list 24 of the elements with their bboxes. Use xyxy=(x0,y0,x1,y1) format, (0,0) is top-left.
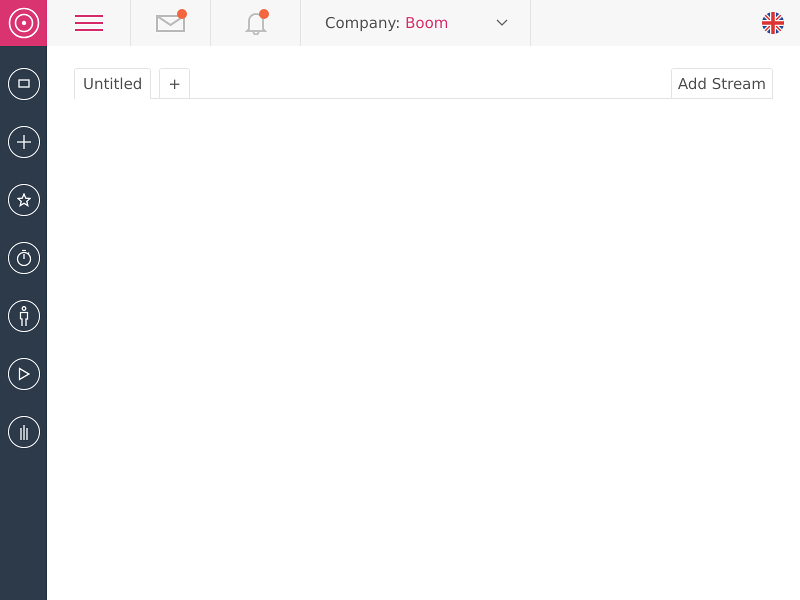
bars-chart-icon xyxy=(18,424,28,440)
sidebar-item[interactable] xyxy=(8,184,40,216)
sidebar-item[interactable] xyxy=(8,358,40,390)
sidebar-item[interactable] xyxy=(8,300,40,332)
star-icon xyxy=(16,193,30,207)
add-stream-button[interactable]: Add Stream xyxy=(670,68,773,98)
sidebar-item[interactable] xyxy=(8,126,40,158)
plus-icon xyxy=(16,135,30,149)
bell-icon xyxy=(244,11,266,35)
stopwatch-icon xyxy=(16,249,32,267)
logo[interactable] xyxy=(0,0,47,46)
tab[interactable]: Untitled xyxy=(74,68,152,99)
menu-icon xyxy=(74,15,102,31)
sidebar-item[interactable] xyxy=(8,416,40,448)
chevron-down-icon xyxy=(496,19,508,27)
target-logo-icon xyxy=(8,7,40,39)
add-tab-button[interactable]: + xyxy=(159,68,190,98)
screen-icon xyxy=(18,79,30,89)
person-icon xyxy=(18,306,28,326)
sidebar-item[interactable] xyxy=(8,242,40,274)
flag-icon[interactable] xyxy=(762,12,784,34)
envelope-icon xyxy=(156,13,186,33)
play-icon xyxy=(18,367,30,381)
sidebar-item[interactable] xyxy=(8,68,40,100)
